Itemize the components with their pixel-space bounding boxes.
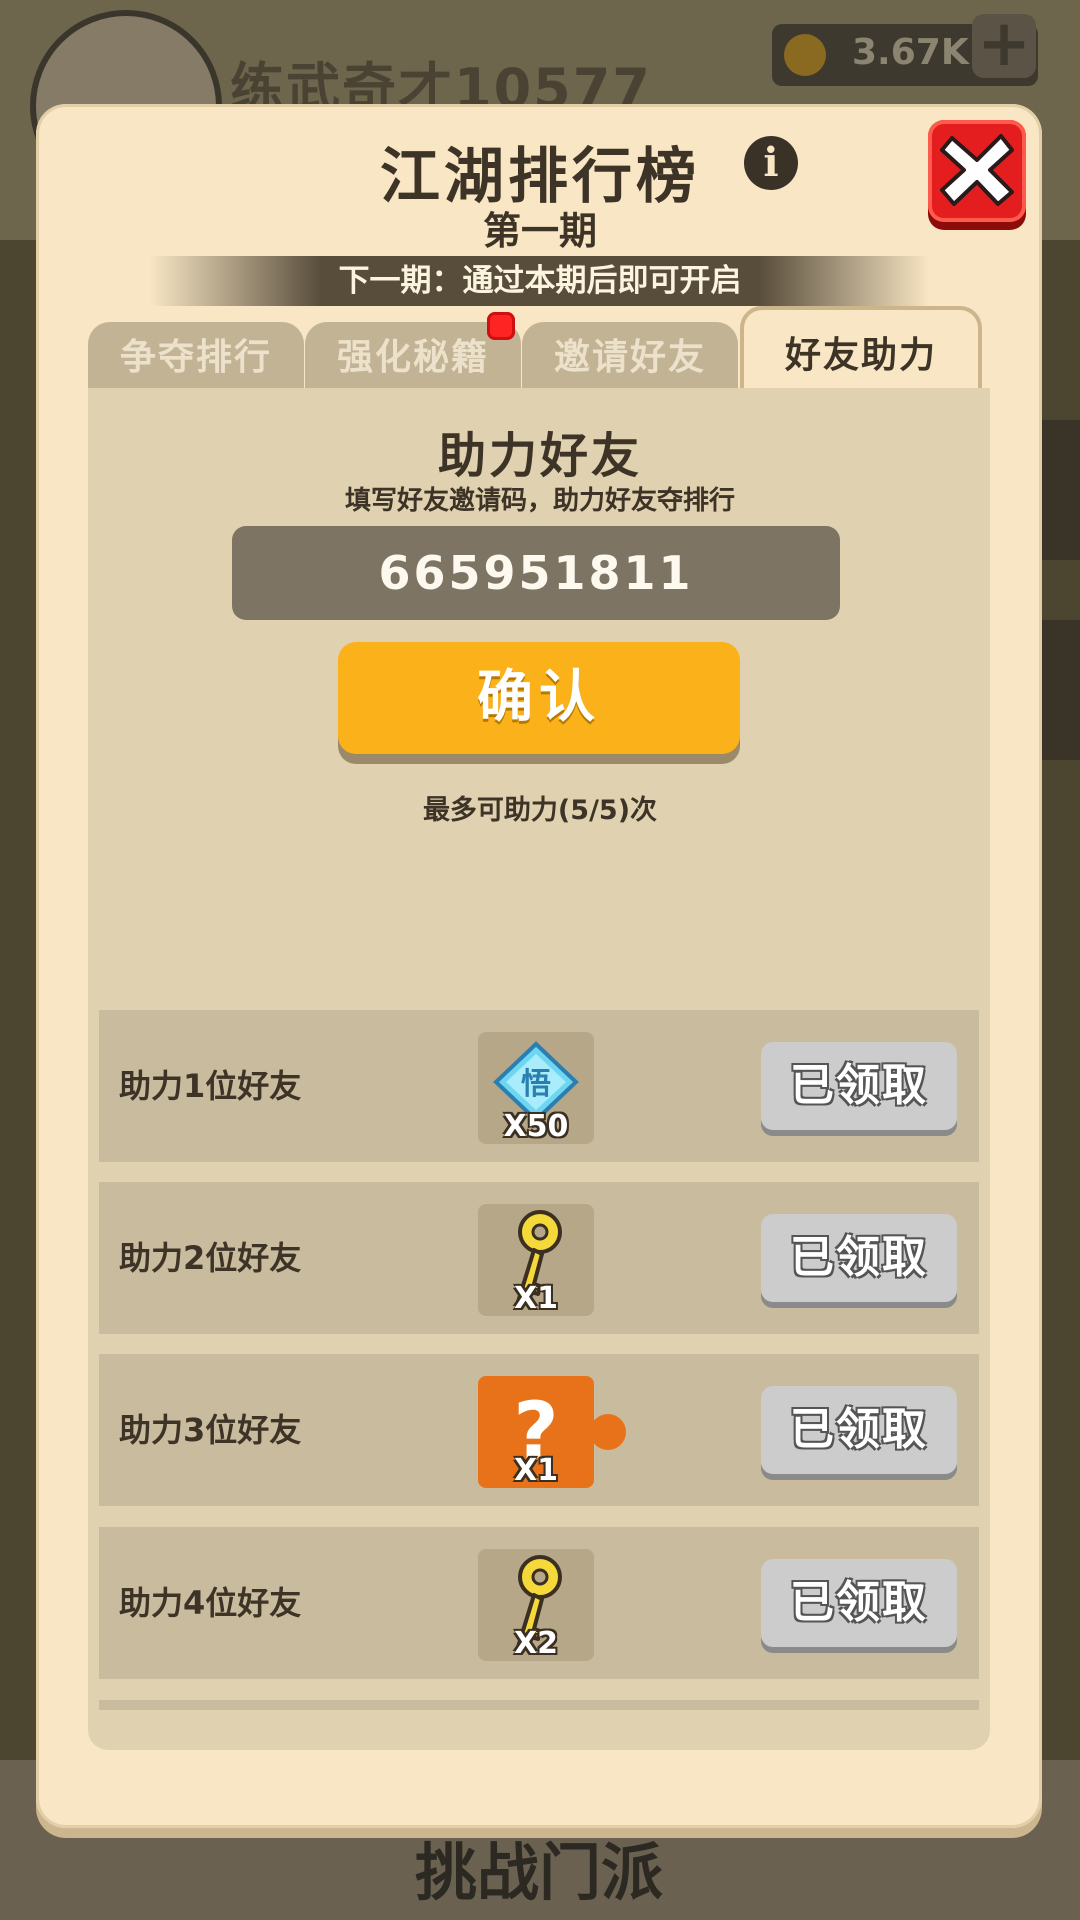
- confirm-button[interactable]: 确认: [338, 642, 740, 754]
- reward-item: X1: [478, 1204, 594, 1316]
- reward-label: 助力4位好友: [119, 1584, 302, 1622]
- reward-count: X50: [503, 1109, 569, 1144]
- tab-invite[interactable]: 邀请好友: [522, 322, 738, 390]
- reward-row: 助力1位好友 悟 X50 已领取: [99, 1010, 979, 1162]
- reward-item: X2: [478, 1549, 594, 1661]
- side-button: [1040, 620, 1080, 760]
- notification-badge: [487, 312, 515, 340]
- reward-row: 助力4位好友 X2 已领取: [99, 1527, 979, 1679]
- reward-row: 助力3位好友 ? X1 已领取: [99, 1354, 979, 1506]
- tab-friend-assist[interactable]: 好友助力: [740, 306, 982, 392]
- reward-label: 助力3位好友: [119, 1411, 302, 1449]
- invite-code-input[interactable]: 665951811: [232, 526, 840, 620]
- claimed-button[interactable]: 已领取: [761, 1559, 957, 1647]
- reward-item: 悟 X50: [478, 1032, 594, 1144]
- next-period-banner: 下一期：通过本期后即可开启: [150, 256, 930, 306]
- currency-value: 3.67K: [852, 32, 969, 73]
- tab-ranking[interactable]: 争夺排行: [88, 322, 304, 390]
- claimed-button[interactable]: 已领取: [761, 1386, 957, 1474]
- close-icon: [940, 134, 1014, 206]
- claimed-button[interactable]: 已领取: [761, 1042, 957, 1130]
- reward-row: 助力2位好友 X1 已领取: [99, 1182, 979, 1334]
- claimed-button[interactable]: 已领取: [761, 1214, 957, 1302]
- reward-count: X2: [513, 1626, 558, 1661]
- coin-icon: [784, 34, 826, 76]
- reward-label: 助力1位好友: [119, 1067, 302, 1105]
- section-description: 填写好友邀请码，助力好友夺排行: [344, 486, 735, 516]
- reward-label: 助力2位好友: [119, 1239, 302, 1277]
- list-divider: [99, 1700, 979, 1710]
- add-currency-icon: +: [972, 12, 1036, 78]
- reward-count: X1: [513, 1453, 558, 1488]
- bottom-title: 挑战门派: [415, 1836, 664, 1909]
- reward-count: X1: [513, 1281, 558, 1316]
- info-icon[interactable]: i: [744, 136, 798, 190]
- svg-text:悟: 悟: [521, 1067, 551, 1102]
- section-title: 助力好友: [437, 428, 642, 484]
- assist-limit-text: 最多可助力(5/5)次: [422, 795, 658, 826]
- reward-item: ? X1: [478, 1376, 626, 1488]
- period-label: 第一期: [482, 209, 597, 253]
